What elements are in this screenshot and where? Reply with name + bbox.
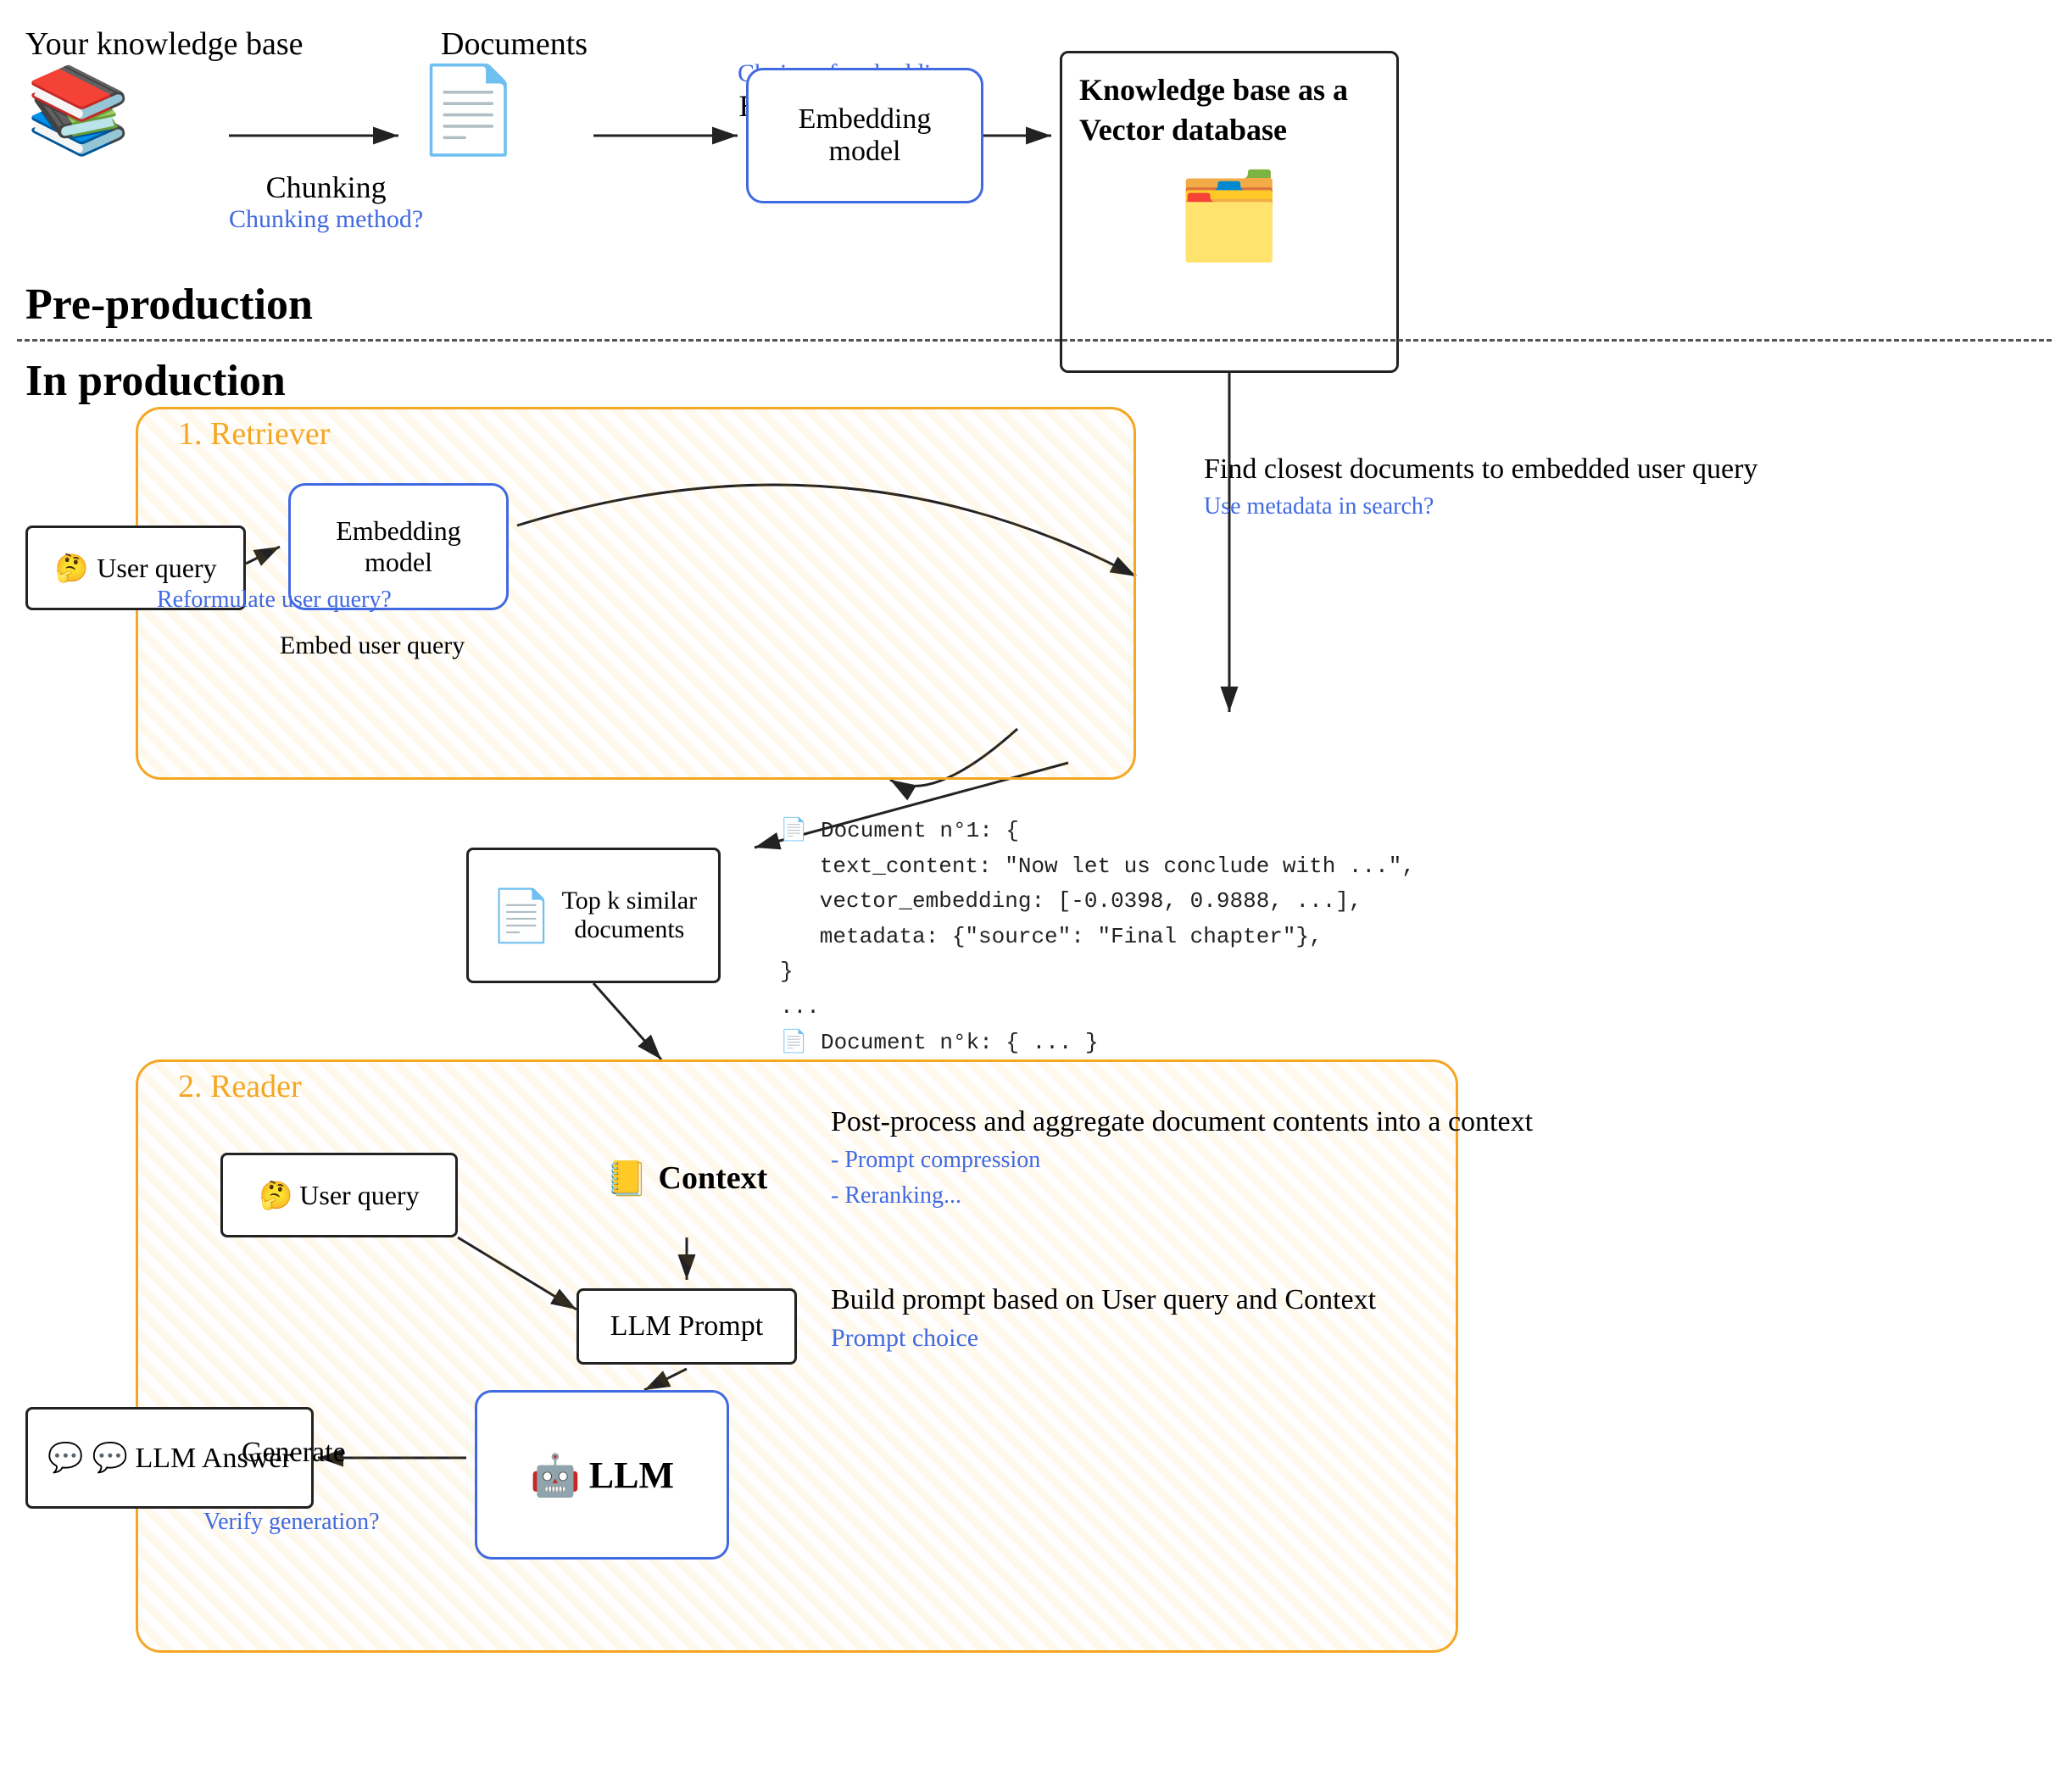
context-label: Context bbox=[659, 1159, 768, 1197]
llm-big-box: 🤖 LLM bbox=[475, 1390, 729, 1560]
prompt-choice-label: Prompt choice bbox=[831, 1321, 1376, 1356]
embed-user-query-label: Embed user query bbox=[280, 631, 465, 660]
retriever-label: 1. Retriever bbox=[178, 415, 330, 453]
pre-production-label: Pre-production bbox=[25, 280, 313, 330]
llm-prompt-label: LLM Prompt bbox=[610, 1310, 763, 1343]
doc-code-line2: text_content: "Now let us conclude with … bbox=[780, 849, 1415, 885]
doc-code-ellipsis: ... bbox=[780, 990, 1415, 1026]
use-metadata-label: Use metadata in search? bbox=[1204, 490, 1757, 523]
kb-label: Your knowledge base bbox=[25, 25, 304, 63]
chunking-label: Chunking Chunking method? bbox=[229, 170, 423, 234]
document-icon: 📄 bbox=[415, 68, 521, 153]
user-query-reader-box: 🤔 User query bbox=[220, 1153, 458, 1237]
build-prompt-main: Build prompt based on User query and Con… bbox=[831, 1280, 1376, 1321]
chunking-main-text: Chunking bbox=[229, 170, 423, 205]
doc-code-block: 📄 Document n°1: { text_content: "Now let… bbox=[780, 814, 1415, 1060]
user-query-emoji: 🤔 bbox=[54, 552, 88, 584]
reformulate-label: Reformulate user query? bbox=[157, 585, 392, 615]
books-icon: 📚 bbox=[25, 68, 131, 153]
doc-code-line4: metadata: {"source": "Final chapter"}, bbox=[780, 920, 1415, 955]
llm-answer-emoji: 💬 bbox=[47, 1441, 83, 1475]
context-box: 📒 Context bbox=[576, 1119, 797, 1237]
verify-generation-label: Verify generation? bbox=[203, 1509, 380, 1536]
top-k-label: Top k similardocuments bbox=[562, 887, 698, 944]
kb-vector-title: Knowledge base as a Vector database bbox=[1079, 70, 1379, 150]
embedding-model-top: Embeddingmodel bbox=[746, 68, 983, 203]
post-process-label: Post-process and aggregate document cont… bbox=[831, 1102, 1533, 1214]
prompt-compression-label: - Prompt compression bbox=[831, 1143, 1533, 1178]
find-closest-main: Find closest documents to embedded user … bbox=[1204, 449, 1757, 490]
divider-line bbox=[17, 339, 2052, 342]
doc-code-line1: 📄 Document n°1: { bbox=[780, 814, 1415, 849]
chunking-sub-text: Chunking method? bbox=[229, 205, 423, 234]
post-process-main: Post-process and aggregate document cont… bbox=[831, 1102, 1533, 1143]
reader-label: 2. Reader bbox=[178, 1068, 302, 1105]
reranking-label: - Reranking... bbox=[831, 1178, 1533, 1214]
user-query-reader-text: User query bbox=[299, 1180, 419, 1211]
doc-code-last: 📄 Document n°k: { ... } bbox=[780, 1026, 1415, 1061]
kb-vector-box: Knowledge base as a Vector database 🗂️ bbox=[1060, 51, 1399, 373]
user-query-text: User query bbox=[97, 553, 216, 584]
documents-stack-icon: 📄 bbox=[490, 886, 554, 946]
doc-code-line3: vector_embedding: [-0.0398, 0.9888, ...]… bbox=[780, 884, 1415, 920]
diagram: Your knowledge base Documents 📚 📄 Chunki… bbox=[0, 0, 2072, 1785]
llm-prompt-box: LLM Prompt bbox=[576, 1288, 797, 1365]
in-production-label: In production bbox=[25, 356, 286, 406]
doc-code-line5: } bbox=[780, 954, 1415, 990]
embedding-model-top-label: Embeddingmodel bbox=[799, 103, 932, 168]
top-k-box: 📄 Top k similardocuments bbox=[466, 848, 721, 983]
llm-text: LLM bbox=[589, 1454, 674, 1497]
build-prompt-label: Build prompt based on User query and Con… bbox=[831, 1280, 1376, 1356]
generate-label: Generate bbox=[242, 1437, 346, 1469]
context-emoji: 📒 bbox=[606, 1159, 649, 1198]
docs-label: Documents bbox=[441, 25, 588, 63]
embedding-model-retriever-label: Embeddingmodel bbox=[336, 515, 461, 578]
user-query-reader-emoji: 🤔 bbox=[259, 1179, 292, 1211]
llm-robot-emoji: 🤖 bbox=[530, 1451, 581, 1499]
find-closest-label: Find closest documents to embedded user … bbox=[1204, 449, 1757, 523]
